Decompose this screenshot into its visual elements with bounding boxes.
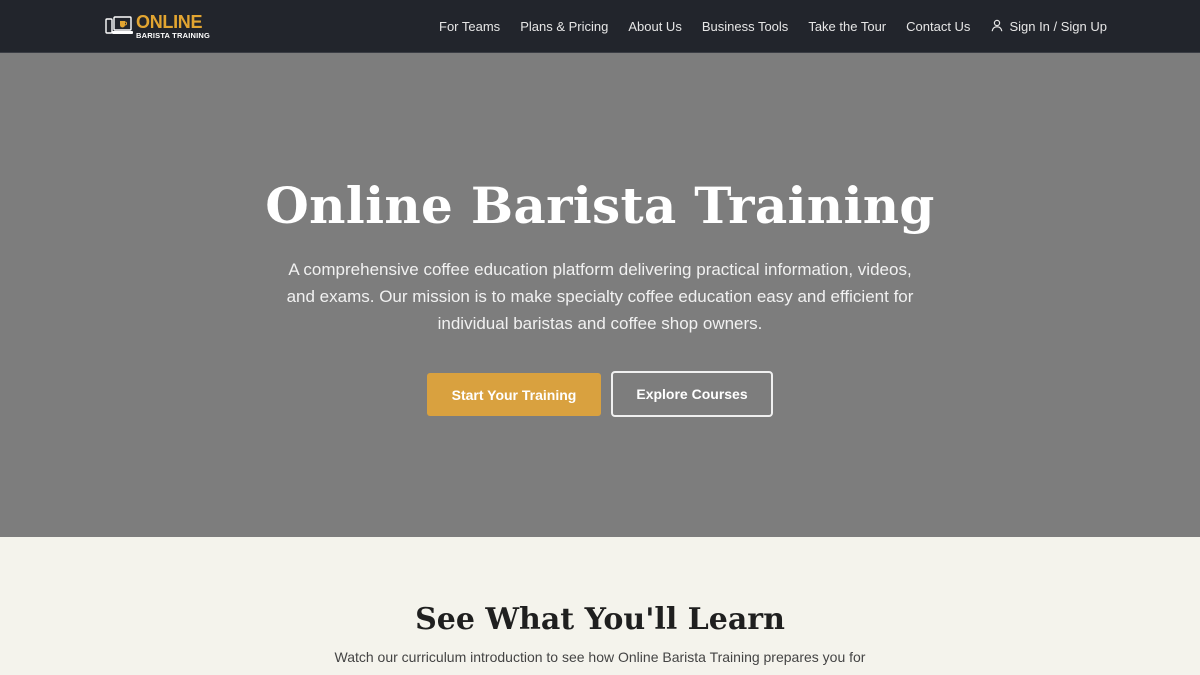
laptop-coffee-logo-icon: [105, 14, 133, 38]
explore-courses-button[interactable]: Explore Courses: [611, 371, 773, 417]
logo-wordmark: ONLINE: [136, 11, 203, 32]
learn-section-title: See What You'll Learn: [415, 602, 785, 637]
start-training-button[interactable]: Start Your Training: [427, 373, 601, 416]
nav-link-plans-pricing[interactable]: Plans & Pricing: [520, 19, 608, 34]
nav-link-business-tools[interactable]: Business Tools: [702, 19, 788, 34]
hero-description: A comprehensive coffee education platfor…: [286, 260, 914, 333]
top-navbar: ONLINE BARISTA TRAINING For Teams Plans …: [0, 0, 1200, 53]
nav-link-for-teams[interactable]: For Teams: [439, 19, 500, 34]
logo-subtitle: BARISTA TRAINING: [136, 30, 211, 40]
hero-title: Online Barista Training: [265, 176, 935, 235]
nav-link-about-us[interactable]: About Us: [628, 19, 681, 34]
main-nav: For Teams Plans & Pricing About Us Busin…: [419, 0, 1107, 53]
brand-logo[interactable]: ONLINE BARISTA TRAINING: [105, 13, 210, 39]
learn-section: See What You'll Learn Watch our curricul…: [0, 537, 1200, 675]
nav-link-take-the-tour[interactable]: Take the Tour: [808, 19, 886, 34]
hero-section: Online Barista Training A comprehensive …: [0, 53, 1200, 537]
sign-in-link[interactable]: Sign In / Sign Up: [991, 19, 1107, 35]
user-icon: [991, 19, 1009, 35]
sign-in-label: Sign In / Sign Up: [1009, 19, 1107, 34]
learn-section-description: Watch our curriculum introduction to see…: [334, 649, 866, 665]
nav-link-contact-us[interactable]: Contact Us: [906, 19, 970, 34]
